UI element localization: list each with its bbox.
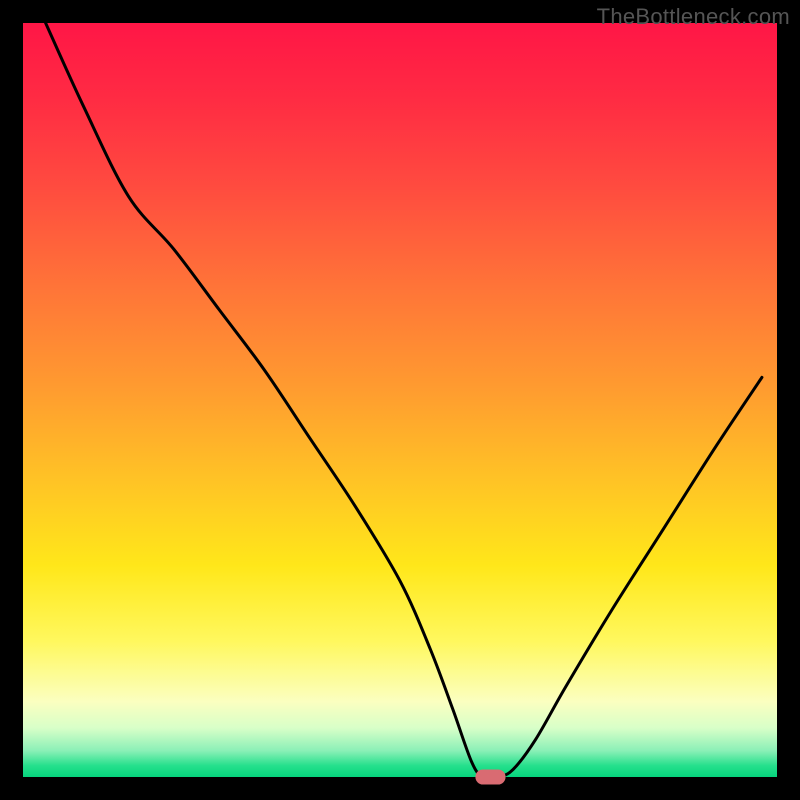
watermark-text: TheBottleneck.com	[597, 4, 790, 30]
plot-area	[23, 23, 777, 777]
chart-canvas	[0, 0, 800, 800]
sweet-spot-marker	[475, 769, 505, 784]
bottleneck-chart: TheBottleneck.com	[0, 0, 800, 800]
